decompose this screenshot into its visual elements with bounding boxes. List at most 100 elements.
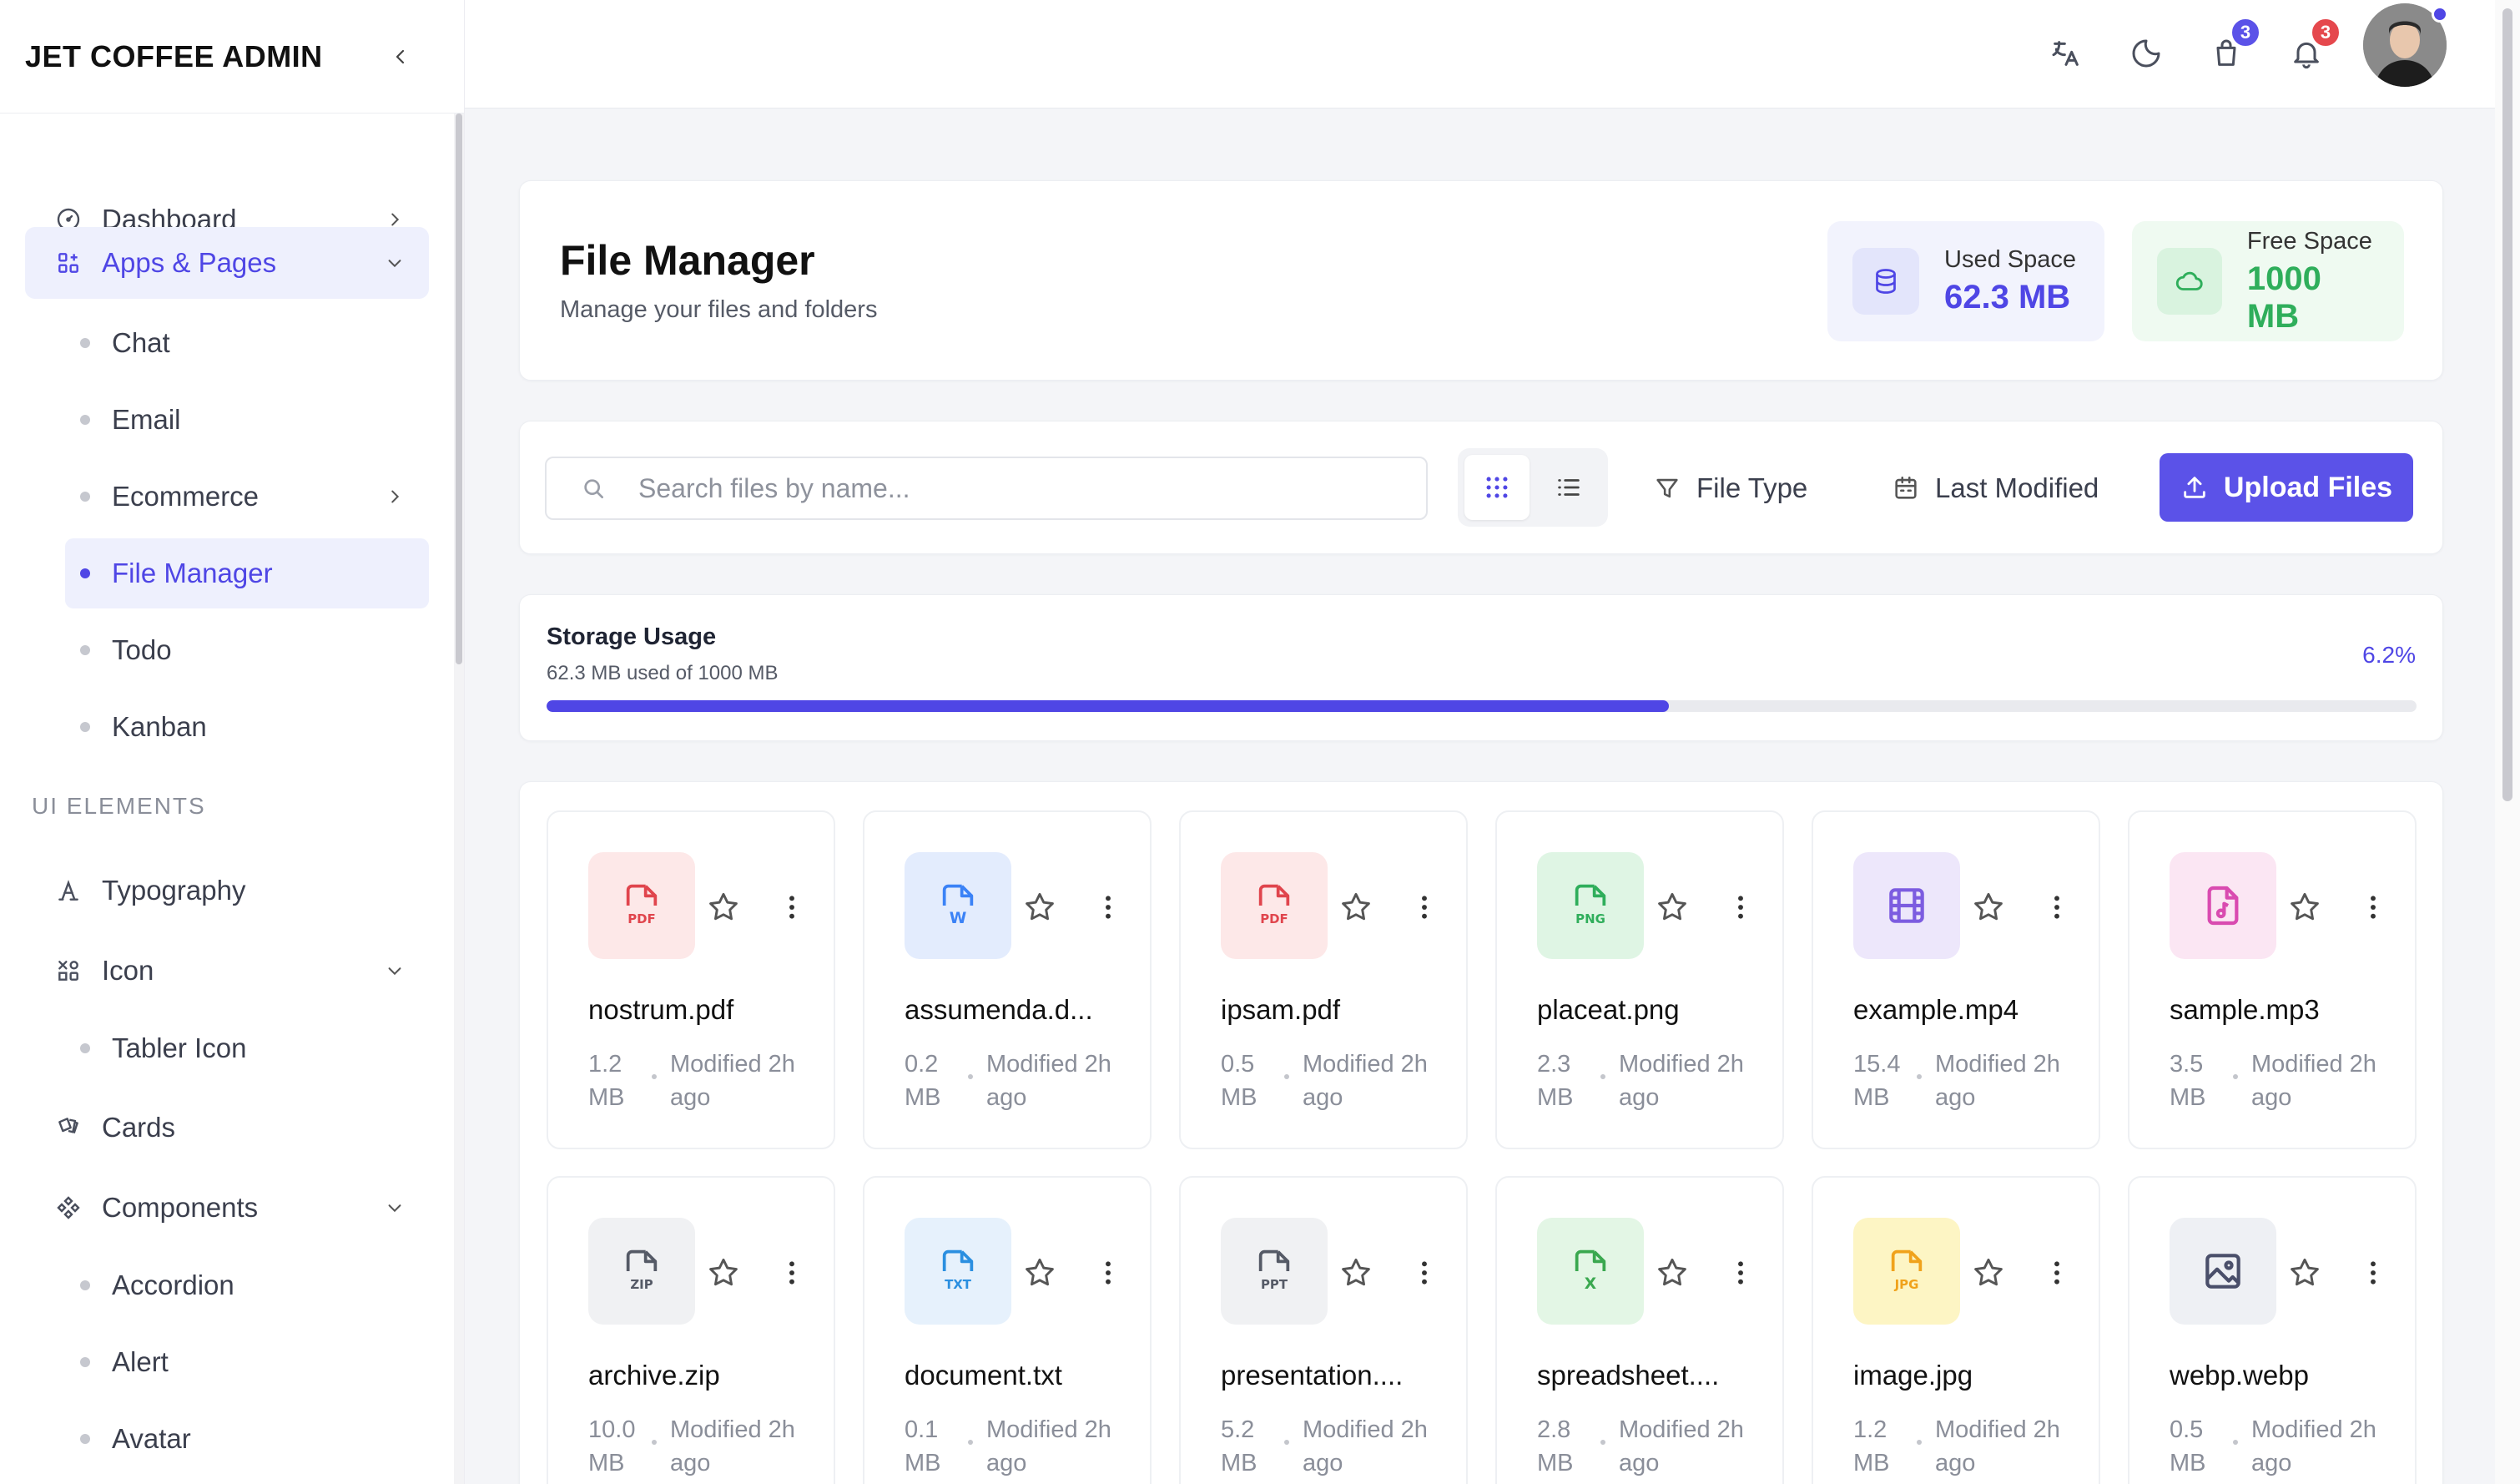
sidebar-item-label: Alert [112,1346,169,1377]
file-size: 0.5 MB [2170,1416,2206,1476]
more-options-icon[interactable] [787,894,797,921]
last-modified-filter[interactable]: Last Modified [1892,457,2099,520]
more-options-icon[interactable] [2368,1259,2378,1286]
star-favorite-icon[interactable] [1021,889,1058,926]
file-card[interactable]: PDF nostrum.pdf 1.2 MB Modified 2h ago [547,810,835,1149]
file-card[interactable]: ZIP archive.zip 10.0 MB Modified 2h ago [547,1176,835,1484]
file-type-filter[interactable]: File Type [1653,457,1807,520]
cart-bag-icon[interactable]: 3 [2205,17,2261,75]
grid-view-icon[interactable] [1464,455,1530,520]
sidebar-item-chat[interactable]: Chat [65,308,429,378]
star-favorite-icon[interactable] [1654,889,1691,926]
svg-text:PDF: PDF [1260,911,1288,926]
view-toggle [1458,448,1608,527]
more-options-icon[interactable] [1419,894,1429,921]
file-card[interactable]: PNG placeat.png 2.3 MB Modified 2h ago [1495,810,1784,1149]
page-scroll-thumb[interactable] [2502,8,2512,801]
search-box[interactable] [545,457,1428,520]
search-input[interactable] [638,472,1408,504]
sidebar-item-email[interactable]: Email [65,385,429,455]
meta-separator-dot [652,1440,657,1445]
sidebar-item-kanban[interactable]: Kanban [65,692,429,762]
cloud-icon [2157,248,2222,315]
star-favorite-icon[interactable] [1970,1254,2007,1291]
sidebar-item-cards[interactable]: Cards [25,1092,429,1163]
storage-detail: 62.3 MB used of 1000 MB [547,662,779,684]
star-favorite-icon[interactable] [1970,889,2007,926]
star-favorite-icon[interactable] [1654,1254,1691,1291]
file-size: 10.0 MB [588,1416,636,1476]
file-card[interactable]: sample.mp3 3.5 MB Modified 2h ago [2128,810,2417,1149]
file-name: spreadsheet.... [1537,1360,1720,1391]
list-view-icon[interactable] [1536,455,1601,520]
collapse-sidebar-icon[interactable] [386,42,416,72]
upload-files-button[interactable]: Upload Files [2160,453,2413,522]
sidebar-item-tabler-icon[interactable]: Tabler Icon [65,1013,429,1083]
file-card[interactable]: JPG image.jpg 1.2 MB Modified 2h ago [1812,1176,2100,1484]
translate-icon[interactable] [2044,32,2088,75]
sidebar-scroll-thumb[interactable] [456,114,462,664]
more-options-icon[interactable] [787,1259,797,1286]
star-favorite-icon[interactable] [705,1254,742,1291]
sidebar-item-alert[interactable]: Alert [65,1327,429,1397]
txt-file-icon: TXT [905,1218,1011,1325]
png-file-icon: PNG [1537,852,1644,959]
dark-mode-moon-icon[interactable] [2124,32,2168,75]
more-options-icon[interactable] [2052,1259,2062,1286]
file-size: 0.1 MB [905,1416,941,1476]
file-card[interactable]: PPT presentation.... 5.2 MB Modified 2h … [1179,1176,1468,1484]
meta-separator-dot [2233,1440,2238,1445]
sidebar-item-accordion[interactable]: Accordion [65,1250,429,1320]
sidebar-item-label: Apps & Pages [102,247,277,278]
star-favorite-icon[interactable] [2286,1254,2323,1291]
more-options-icon[interactable] [1736,894,1746,921]
file-card[interactable]: X spreadsheet.... 2.8 MB Modified 2h ago [1495,1176,1784,1484]
svg-text:PDF: PDF [627,911,656,926]
sidebar-item-file-manager[interactable]: File Manager [65,538,429,608]
file-manager-header-card: File Manager Manage your files and folde… [519,180,2443,381]
star-favorite-icon[interactable] [2286,889,2323,926]
more-options-icon[interactable] [1103,1259,1113,1286]
star-favorite-icon[interactable] [705,889,742,926]
file-card[interactable]: TXT document.txt 0.1 MB Modified 2h ago [863,1176,1152,1484]
sidebar-item-components[interactable]: Components [25,1172,429,1244]
more-options-icon[interactable] [1419,1259,1429,1286]
bullet-dot [80,338,90,348]
file-modified: Modified 2h ago [986,1051,1111,1111]
svg-text:X: X [1585,1275,1597,1293]
file-name: image.jpg [1853,1360,1973,1391]
more-options-icon[interactable] [1736,1259,1746,1286]
file-card[interactable]: W assumenda.d... 0.2 MB Modified 2h ago [863,810,1152,1149]
meta-separator-dot [1600,1440,1605,1445]
upload-files-label: Upload Files [2223,471,2393,503]
video-file-icon [1853,852,1960,959]
sidebar-item-todo[interactable]: Todo [65,615,429,685]
file-card[interactable]: webp.webp 0.5 MB Modified 2h ago [2128,1176,2417,1484]
more-options-icon[interactable] [1103,894,1113,921]
meta-separator-dot [1284,1074,1289,1079]
more-options-icon[interactable] [2368,894,2378,921]
sidebar-item-apps-pages[interactable]: Apps & Pages [25,227,429,299]
sidebar-item-ecommerce[interactable]: Ecommerce [65,462,429,532]
bullet-dot [80,1434,90,1444]
sidebar-item-avatar[interactable]: Avatar [65,1404,429,1474]
calendar-icon [1895,476,1917,499]
chevron-down-icon [382,250,407,275]
star-favorite-icon[interactable] [1338,1254,1374,1291]
star-favorite-icon[interactable] [1338,889,1374,926]
sidebar-item-label: Typography [102,875,246,906]
sidebar-item-icon[interactable]: Icon [25,935,429,1007]
more-options-icon[interactable] [2052,894,2062,921]
notification-bell-icon[interactable]: 3 [2285,17,2341,75]
file-modified: Modified 2h ago [1935,1416,2060,1476]
file-modified: Modified 2h ago [1303,1051,1428,1111]
file-name: placeat.png [1537,994,1680,1025]
image-file-icon [2170,1218,2276,1325]
page-scrollbar[interactable] [2495,0,2520,1484]
sidebar-item-typography[interactable]: Typography [25,855,429,926]
file-card[interactable]: PDF ipsam.pdf 0.5 MB Modified 2h ago [1179,810,1468,1149]
star-favorite-icon[interactable] [1021,1254,1058,1291]
file-size: 15.4 MB [1853,1051,1901,1111]
sidebar-scrollbar[interactable] [454,114,464,1484]
file-card[interactable]: example.mp4 15.4 MB Modified 2h ago [1812,810,2100,1149]
